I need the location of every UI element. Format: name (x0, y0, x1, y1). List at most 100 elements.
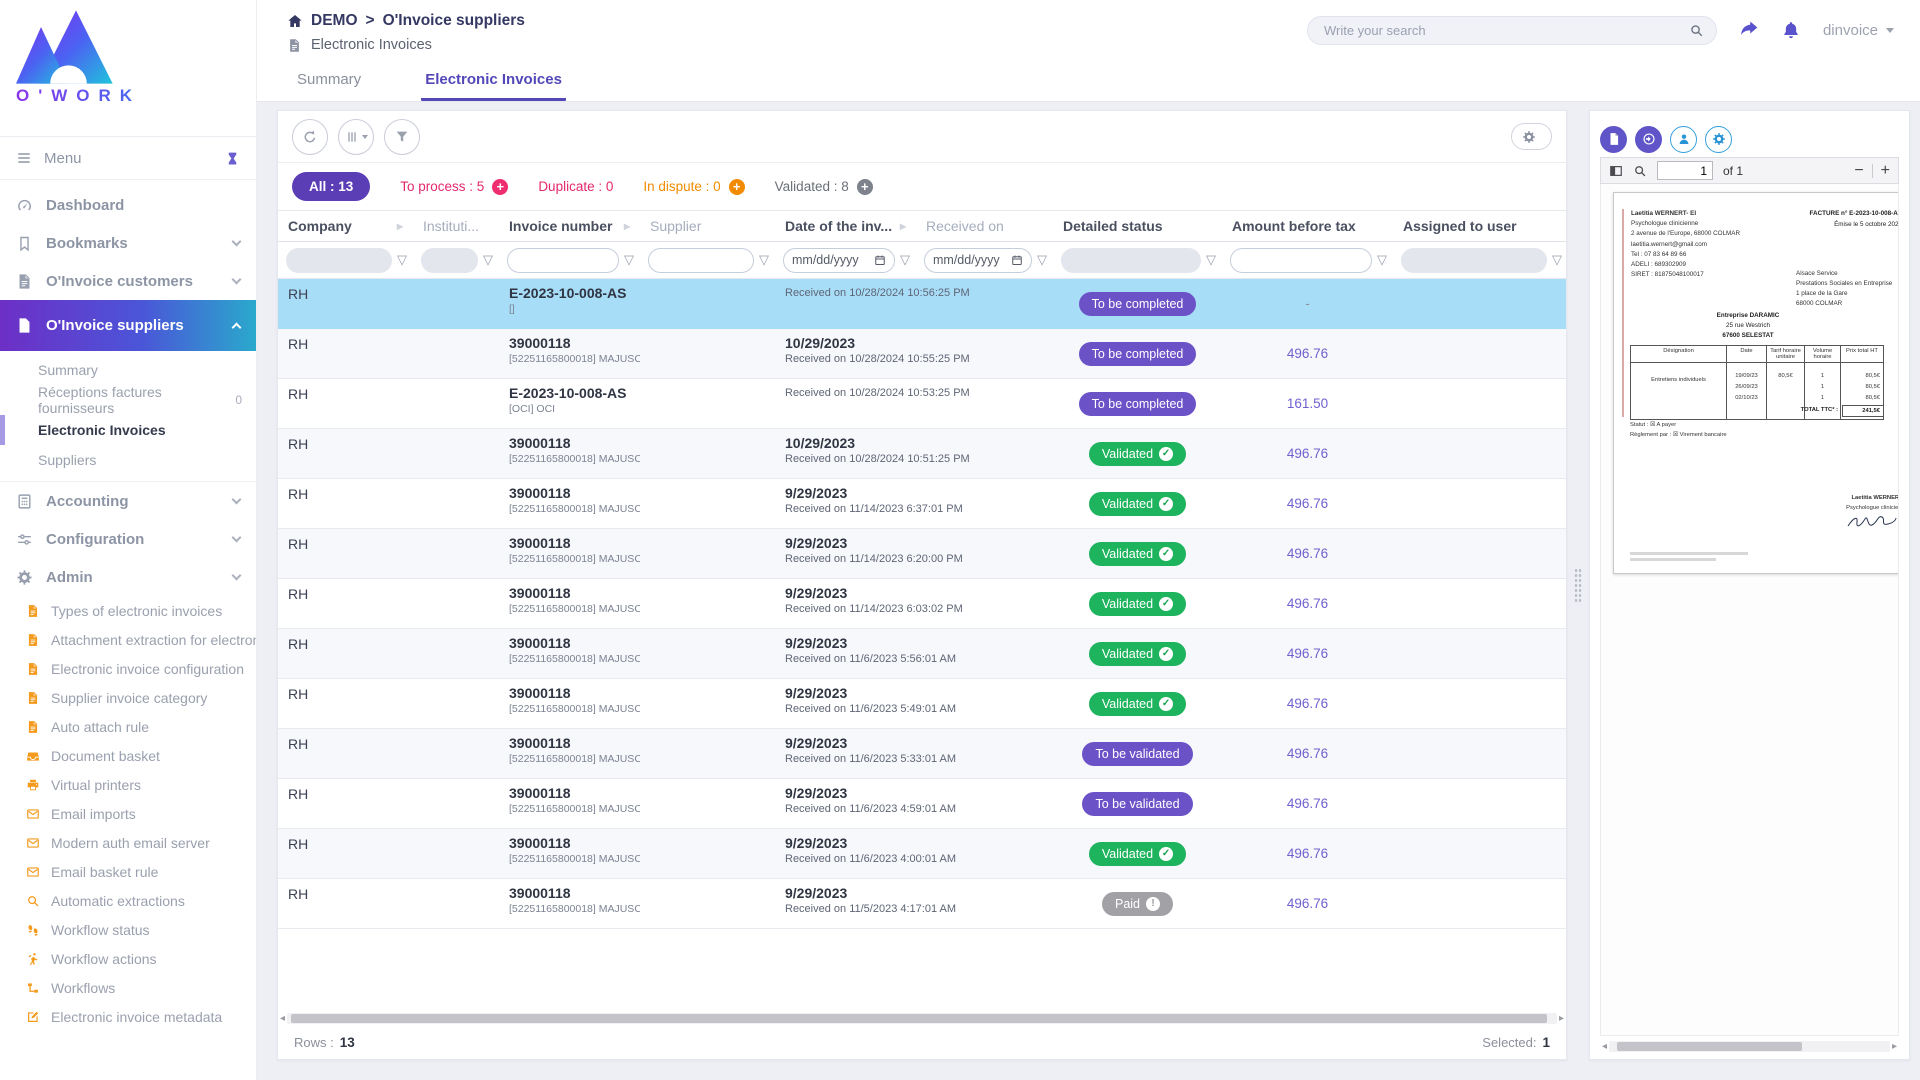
user-menu[interactable]: dinvoice (1823, 22, 1894, 39)
admin-subitem[interactable]: Modern auth email server (0, 828, 256, 857)
sidebar-item[interactable]: O'Invoice customers (0, 262, 256, 300)
table-row[interactable]: RH 39000118 [52251165800018] MAJUSCULE 1… (278, 329, 1566, 379)
amount-link[interactable]: 496.76 (1287, 896, 1328, 911)
column-header-company[interactable]: Company▸ (278, 218, 413, 234)
filter-invoice-number-input[interactable] (507, 248, 619, 273)
admin-subitem[interactable]: Email basket rule (0, 857, 256, 886)
column-header-assigned[interactable]: Assigned to user (1393, 218, 1568, 234)
filter-supplier-input[interactable] (648, 248, 754, 273)
pdf-search-icon[interactable] (1633, 164, 1647, 178)
amount-link[interactable]: 496.76 (1287, 346, 1328, 361)
column-header-institution[interactable]: Instituti... (413, 218, 499, 234)
submenu-item-electronic-invoices[interactable]: Electronic Invoices (0, 415, 256, 445)
table-row[interactable]: RH 39000118 [52251165800018] MAJUSCULE 9… (278, 879, 1566, 929)
open-document-button[interactable] (1635, 126, 1662, 153)
search-icon[interactable] (1689, 23, 1704, 38)
assign-user-button[interactable] (1670, 126, 1697, 153)
table-row[interactable]: RH E-2023-10-008-AS [OCI] OCI Received o… (278, 379, 1566, 429)
table-row[interactable]: RH 39000118 [52251165800018] MAJUSCULE 9… (278, 729, 1566, 779)
admin-subitem[interactable]: Attachment extraction for electron (0, 625, 256, 654)
funnel-icon[interactable]: ▽ (1552, 252, 1562, 268)
sidebar-item[interactable]: Dashboard (0, 186, 256, 224)
calendar-icon[interactable] (874, 254, 886, 266)
admin-subitem[interactable]: Types of electronic invoices (0, 596, 256, 625)
filter-received-date-input[interactable]: mm/dd/yyyy (924, 248, 1032, 273)
sidebar-item-oinvoice-suppliers[interactable]: O'Invoice suppliers (0, 300, 256, 351)
funnel-icon[interactable]: ▽ (759, 252, 769, 268)
funnel-icon[interactable]: ▽ (624, 252, 634, 268)
splitter-handle-icon[interactable] (1574, 568, 1582, 602)
column-header-supplier[interactable]: Supplier (640, 218, 775, 234)
admin-subitem[interactable]: Supplier invoice category (0, 683, 256, 712)
submenu-item-receptions[interactable]: Réceptions factures fournisseurs 0 (0, 385, 256, 415)
refresh-button[interactable] (292, 119, 328, 155)
hamburger-icon[interactable] (16, 150, 32, 166)
pdf-document-area[interactable]: Laetitia WERNERT- EIPsychologue clinicie… (1600, 184, 1899, 1036)
table-row[interactable]: RH 39000118 [52251165800018] MAJUSCULE 1… (278, 429, 1566, 479)
share-button[interactable] (1739, 20, 1759, 40)
global-search[interactable] (1307, 16, 1717, 45)
filter-chip[interactable]: Duplicate : 0 (538, 179, 613, 194)
amount-link[interactable]: 496.76 (1287, 546, 1328, 561)
table-settings-button[interactable] (1511, 123, 1552, 150)
filter-chip[interactable]: In dispute : 0 + (643, 179, 744, 195)
columns-button[interactable] (338, 119, 374, 155)
amount-link[interactable]: 496.76 (1287, 446, 1328, 461)
amount-link[interactable]: 496.76 (1287, 846, 1328, 861)
amount-link[interactable]: 496.76 (1287, 496, 1328, 511)
scroll-left-icon[interactable]: ◂ (280, 1014, 285, 1024)
admin-subitem[interactable]: Automatic extractions (0, 886, 256, 915)
amount-link[interactable]: 496.76 (1287, 746, 1328, 761)
filter-button[interactable] (384, 119, 420, 155)
home-icon[interactable] (287, 13, 303, 29)
amount-link[interactable]: 496.76 (1287, 646, 1328, 661)
zoom-out-button[interactable]: − (1854, 163, 1863, 179)
pdf-sidebar-toggle-icon[interactable] (1609, 164, 1623, 178)
funnel-icon[interactable]: ▽ (900, 252, 910, 268)
pin-sidebar-icon[interactable] (225, 151, 240, 166)
funnel-icon[interactable]: ▽ (397, 252, 407, 268)
scroll-left-icon[interactable]: ◂ (1602, 1042, 1607, 1052)
submenu-item-suppliers[interactable]: Suppliers (0, 445, 256, 475)
amount-link[interactable]: 161.50 (1287, 396, 1328, 411)
tab[interactable]: Summary (293, 71, 365, 101)
filter-chip[interactable]: Validated : 8 + (775, 179, 873, 195)
breadcrumb-home[interactable]: DEMO (311, 12, 358, 30)
column-header-received-on[interactable]: Received on (916, 218, 1053, 234)
filter-chip[interactable]: To process : 5 + (400, 179, 508, 195)
filter-status-input[interactable] (1061, 248, 1201, 273)
scroll-right-icon[interactable]: ▸ (1559, 1014, 1564, 1024)
submenu-item-summary[interactable]: Summary (0, 355, 256, 385)
admin-subitem[interactable]: Document basket (0, 741, 256, 770)
table-row[interactable]: RH 39000118 [52251165800018] MAJUSCULE 9… (278, 529, 1566, 579)
filter-chip[interactable]: All : 13 (292, 172, 370, 201)
pdf-page-input[interactable] (1657, 161, 1713, 180)
table-row[interactable]: RH E-2023-10-008-AS [] Received on 10/28… (278, 279, 1566, 329)
sidebar-item[interactable]: Admin (0, 558, 256, 596)
filter-assigned-input[interactable] (1401, 248, 1547, 273)
column-header-amount[interactable]: Amount before tax (1222, 218, 1393, 234)
scroll-right-icon[interactable]: ▸ (1892, 1042, 1897, 1052)
column-header-invoice-number[interactable]: Invoice number▸ (499, 218, 640, 234)
table-row[interactable]: RH 39000118 [52251165800018] MAJUSCULE 9… (278, 829, 1566, 879)
funnel-icon[interactable]: ▽ (1037, 252, 1047, 268)
column-header-detailed-status[interactable]: Detailed status (1053, 218, 1222, 234)
table-row[interactable]: RH 39000118 [52251165800018] MAJUSCULE 9… (278, 479, 1566, 529)
table-row[interactable]: RH 39000118 [52251165800018] MAJUSCULE 9… (278, 629, 1566, 679)
breadcrumb-section[interactable]: O'Invoice suppliers (383, 12, 525, 30)
admin-subitem[interactable]: Workflow status (0, 915, 256, 944)
admin-subitem[interactable]: Electronic invoice metadata (0, 1002, 256, 1031)
panel-splitter[interactable] (1567, 110, 1589, 1060)
column-header-invoice-date[interactable]: Date of the inv...▸ (775, 218, 916, 234)
zoom-in-button[interactable]: + (1881, 163, 1890, 179)
admin-subitem[interactable]: Workflows (0, 973, 256, 1002)
download-pdf-button[interactable] (1600, 126, 1627, 153)
admin-subitem[interactable]: Workflow actions (0, 944, 256, 973)
admin-subitem[interactable]: Auto attach rule (0, 712, 256, 741)
table-horizontal-scrollbar[interactable]: ◂ ▸ (278, 1012, 1566, 1025)
notifications-button[interactable] (1781, 20, 1801, 40)
funnel-icon[interactable]: ▽ (1377, 252, 1387, 268)
admin-subitem[interactable]: Virtual printers (0, 770, 256, 799)
amount-link[interactable]: 496.76 (1287, 796, 1328, 811)
admin-subitem[interactable]: Email imports (0, 799, 256, 828)
